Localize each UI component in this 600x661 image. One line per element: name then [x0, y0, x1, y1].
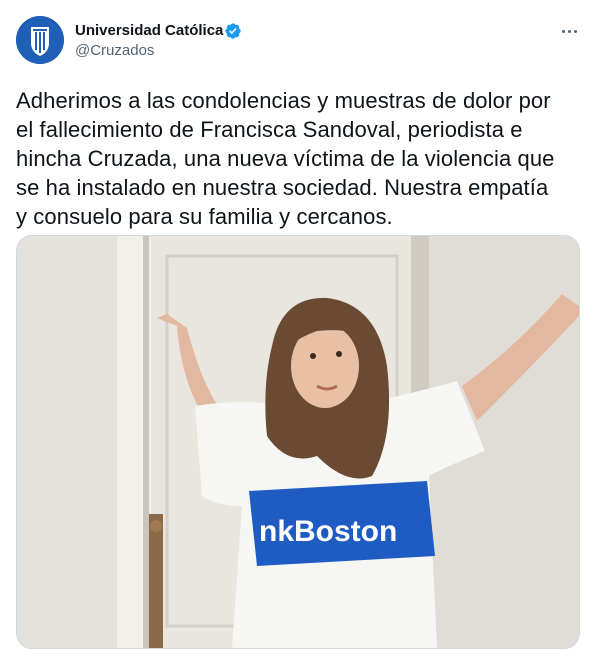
tweet-text-line: y consuelo para su familia y cercanos.	[16, 204, 393, 229]
tweet-text-line: se ha instalado en nuestra sociedad. Nue…	[16, 175, 549, 200]
tweet-photo[interactable]: nkBoston	[16, 235, 580, 649]
tweet-text-line: hincha Cruzada, una nueva víctima de la …	[16, 146, 555, 171]
author-handle[interactable]: @Cruzados	[75, 41, 154, 61]
university-crest-icon	[16, 16, 64, 64]
tweet-card: Universidad Católica @Cruzados Adherimos…	[0, 0, 600, 661]
more-options-icon[interactable]	[558, 24, 582, 40]
photo-illustration: nkBoston	[17, 236, 579, 648]
tweet-text: Adherimos a las condolencias y muestras …	[16, 86, 588, 231]
avatar[interactable]	[16, 16, 64, 64]
author-name[interactable]: Universidad Católica	[75, 21, 223, 41]
tweet-text-line: Adherimos a las condolencias y muestras …	[16, 88, 551, 113]
shirt-text: nkBoston	[259, 515, 397, 548]
verified-badge-icon	[225, 23, 241, 39]
tweet-text-line: el fallecimiento de Francisca Sandoval, …	[16, 117, 523, 142]
